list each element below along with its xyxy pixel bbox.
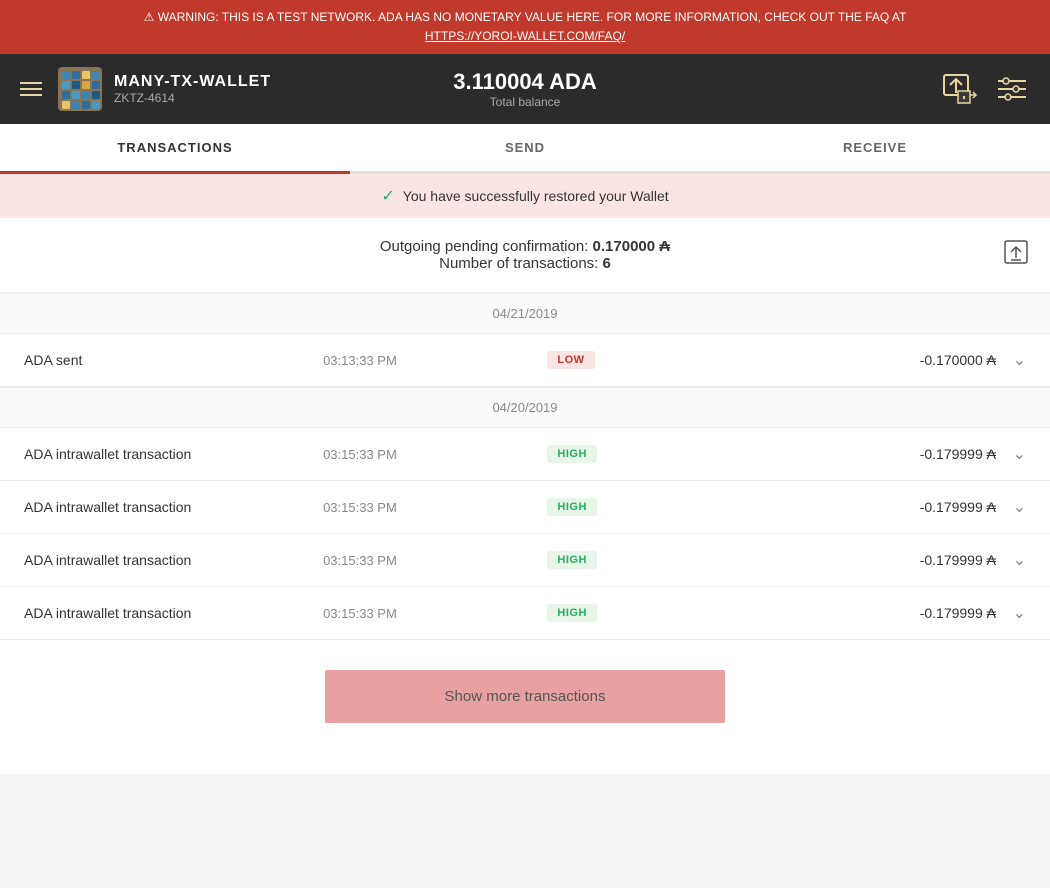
header: MANY-TX-WALLET ZKTZ-4614 3.110004 ADA To… (0, 54, 1050, 124)
tx-amount: -0.170000 ₳ (697, 352, 996, 368)
tx-badge: HIGH (547, 498, 697, 516)
expand-icon[interactable]: ⌄ (996, 497, 1026, 517)
date-separator-1: 04/21/2019 (0, 293, 1050, 334)
success-message: You have successfully restored your Wall… (403, 188, 669, 204)
tx-badge: HIGH (547, 551, 697, 569)
tab-send[interactable]: SEND (350, 124, 700, 174)
table-row: ADA intrawallet transaction 03:15:33 PM … (0, 481, 1050, 534)
tx-type: ADA sent (24, 352, 323, 368)
badge-high: HIGH (547, 604, 597, 622)
header-right (693, 71, 1030, 107)
warning-text: WARNING: THIS IS A TEST NETWORK. ADA HAS… (158, 10, 907, 24)
tx-time: 03:13:33 PM (323, 353, 547, 368)
balance-amount: 3.110004 ADA (357, 69, 694, 95)
header-center: 3.110004 ADA Total balance (357, 69, 694, 109)
tx-count-value: 6 (603, 255, 611, 272)
pending-label: Outgoing pending confirmation: (380, 238, 588, 255)
tx-time: 03:15:33 PM (323, 553, 547, 568)
warning-link[interactable]: HTTPS://YOROI-WALLET.COM/FAQ/ (425, 29, 625, 43)
badge-high: HIGH (547, 551, 597, 569)
export-icon[interactable] (1002, 238, 1030, 272)
tab-receive[interactable]: RECEIVE (700, 124, 1050, 174)
wallet-name-block: MANY-TX-WALLET ZKTZ-4614 (114, 73, 271, 105)
header-left: MANY-TX-WALLET ZKTZ-4614 (20, 67, 357, 111)
tx-amount: -0.179999 ₳ (697, 499, 996, 515)
badge-high: HIGH (547, 445, 597, 463)
expand-icon[interactable]: ⌄ (996, 603, 1026, 623)
tx-time: 03:15:33 PM (323, 606, 547, 621)
expand-icon[interactable]: ⌄ (996, 444, 1026, 464)
date-separator-2: 04/20/2019 (0, 387, 1050, 428)
show-more-transactions-button[interactable]: Show more transactions (325, 670, 725, 723)
tx-type: ADA intrawallet transaction (24, 552, 323, 568)
expand-icon[interactable]: ⌄ (996, 550, 1026, 570)
settings-icon[interactable] (994, 71, 1030, 107)
tx-amount: -0.179999 ₳ (697, 446, 996, 462)
show-more-container: Show more transactions (0, 640, 1050, 753)
table-row: ADA sent 03:13:33 PM LOW -0.170000 ₳ ⌄ (0, 334, 1050, 387)
pending-block: Outgoing pending confirmation: 0.170000 … (0, 218, 1050, 293)
badge-low: LOW (547, 351, 594, 369)
wallet-id: ZKTZ-4614 (114, 91, 271, 105)
wallet-name: MANY-TX-WALLET (114, 73, 271, 91)
tx-badge: HIGH (547, 604, 697, 622)
tx-badge: LOW (547, 351, 697, 369)
tx-amount: -0.179999 ₳ (697, 605, 996, 621)
table-row: ADA intrawallet transaction 03:15:33 PM … (0, 587, 1050, 640)
success-check-icon: ✓ (381, 186, 394, 206)
balance-label: Total balance (357, 95, 694, 109)
tx-type: ADA intrawallet transaction (24, 605, 323, 621)
success-banner: ✓ You have successfully restored your Wa… (0, 174, 1050, 218)
tab-transactions[interactable]: TRANSACTIONS (0, 124, 350, 174)
table-row: ADA intrawallet transaction 03:15:33 PM … (0, 428, 1050, 481)
pending-text: Outgoing pending confirmation: 0.170000 … (20, 238, 1030, 255)
tx-count-label: Number of transactions: (439, 255, 598, 272)
nav-tabs: TRANSACTIONS SEND RECEIVE (0, 124, 1050, 174)
expand-icon[interactable]: ⌄ (996, 350, 1026, 370)
tx-time: 03:15:33 PM (323, 447, 547, 462)
wallet-avatar (58, 67, 102, 111)
badge-high: HIGH (547, 498, 597, 516)
table-row: ADA intrawallet transaction 03:15:33 PM … (0, 534, 1050, 587)
warning-banner: ⚠ WARNING: THIS IS A TEST NETWORK. ADA H… (0, 0, 1050, 54)
main-content: ✓ You have successfully restored your Wa… (0, 174, 1050, 774)
date-2: 04/20/2019 (492, 400, 557, 415)
tx-badge: HIGH (547, 445, 697, 463)
tx-amount: -0.179999 ₳ (697, 552, 996, 568)
tx-type: ADA intrawallet transaction (24, 446, 323, 462)
pending-amount: 0.170000 ₳ (593, 238, 671, 255)
menu-icon[interactable] (20, 82, 42, 96)
tx-count-text: Number of transactions: 6 (20, 255, 1030, 272)
date-1: 04/21/2019 (492, 306, 557, 321)
warning-icon: ⚠ (144, 10, 155, 24)
tx-type: ADA intrawallet transaction (24, 499, 323, 515)
send-receive-icon[interactable] (942, 71, 978, 107)
tx-time: 03:15:33 PM (323, 500, 547, 515)
